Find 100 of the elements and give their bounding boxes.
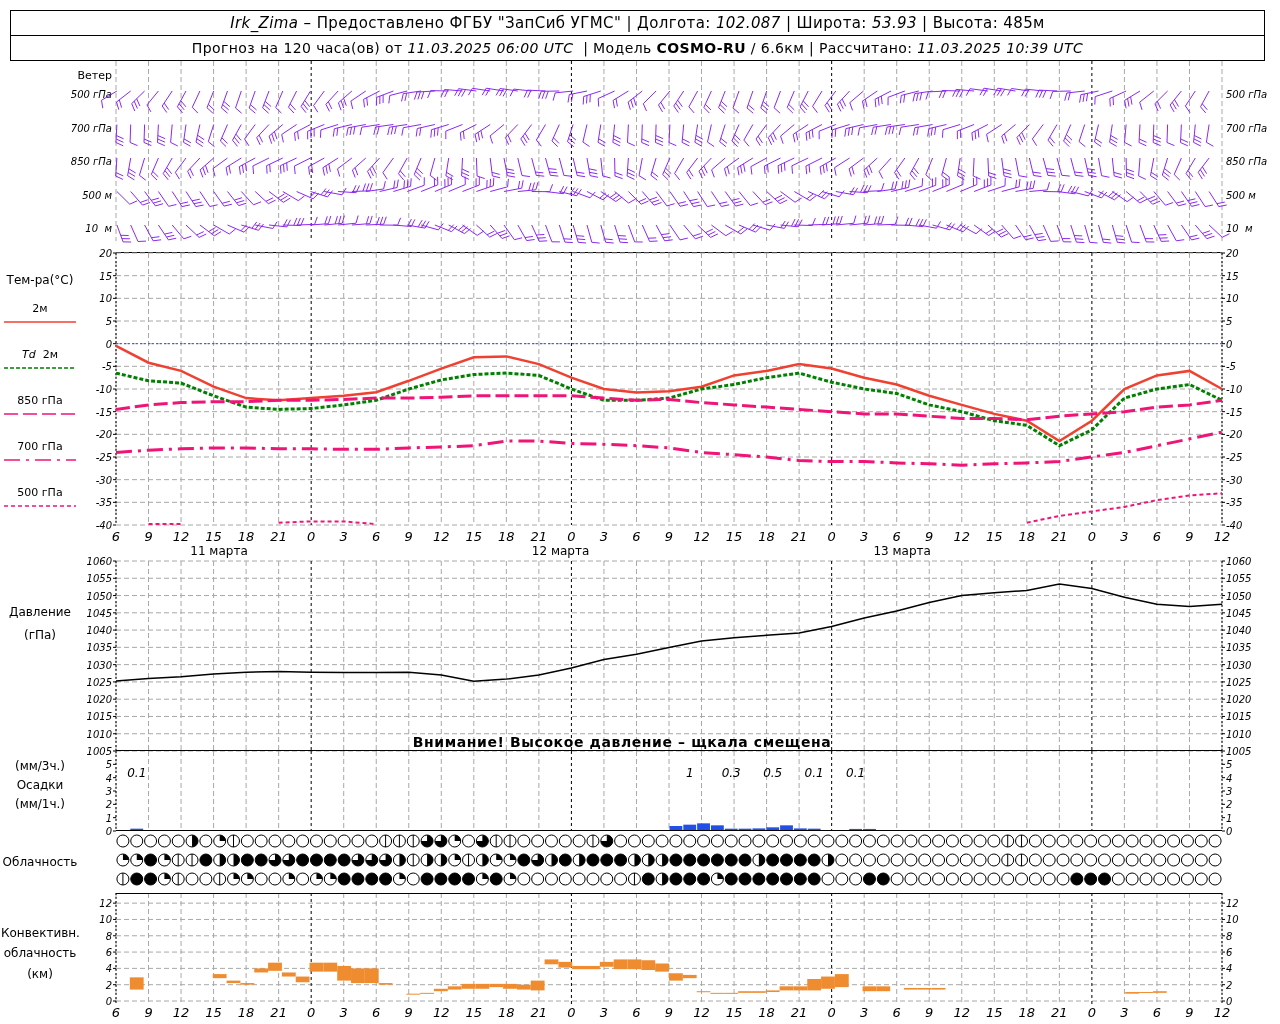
level-label: 850 гПа: [1226, 156, 1268, 167]
axis-tick-label: 6: [111, 529, 121, 544]
axis-tick-label: -15: [95, 406, 112, 418]
axis-tick-label: 1005: [86, 746, 112, 757]
axis-tick-label: 2: [1226, 799, 1233, 811]
axis-tick-label: 5: [105, 316, 112, 327]
precipitation-total: 0.5: [763, 766, 783, 780]
axis-tick-label: 15: [725, 1005, 743, 1020]
axis-tick-label: 1045: [1226, 607, 1252, 619]
axis-tick-label: 4: [105, 963, 112, 975]
axis-tick-label: 3: [1120, 1005, 1129, 1020]
axis-tick-label: 3: [1226, 786, 1233, 797]
axis-tick-label: -10: [1226, 384, 1243, 395]
axis-tick-label: 12: [1213, 1005, 1231, 1020]
axis-tick-label: 1010: [1226, 728, 1252, 740]
axis-tick-label: 12: [99, 898, 112, 910]
axis-tick-label: 21: [270, 1005, 287, 1020]
axis-tick-label: 1015: [86, 711, 112, 723]
axis-tick-label: 0: [1226, 996, 1233, 1007]
axis-tick-label: 1055: [86, 573, 112, 585]
axis-label: (мм/3ч.): [14, 759, 66, 774]
axis-tick-label: 10: [1226, 914, 1239, 926]
level-label: 500 гПа: [70, 89, 112, 100]
forecast-title: Irk_Zima – Предоставлено ФГБУ "ЗапСиб УГМС" | Долгота: 102.087 | Широта: 53.93 | Высота: 485м: [229, 13, 1046, 34]
axis-tick-label: 3: [599, 1005, 609, 1020]
axis-tick-label: 5: [105, 759, 112, 771]
legend-label: 2м: [32, 302, 48, 316]
axis-tick-label: 6: [892, 529, 901, 544]
axis-tick-label: 0: [105, 996, 112, 1007]
axis-tick-label: 15: [205, 529, 222, 544]
axis-tick-label: 9: [664, 1005, 674, 1020]
axis-tick-label: 0: [567, 529, 576, 544]
axis-tick-label: -35: [1226, 497, 1243, 509]
axis-tick-label: 3: [339, 1005, 348, 1020]
axis-tick-label: 0: [1087, 529, 1096, 544]
axis-tick-label: 9: [404, 529, 413, 544]
panel-title: Ветер: [77, 69, 112, 82]
precipitation-total: 0.3: [721, 766, 741, 780]
axis-tick-label: 1060: [86, 556, 112, 567]
axis-tick-label: 1010: [86, 728, 112, 740]
axis-tick-label: 1050: [1226, 590, 1252, 602]
axis-tick-label: 1025: [86, 676, 112, 688]
axis-tick-label: 6: [105, 947, 112, 959]
axis-tick-label: 6: [1152, 1005, 1162, 1020]
axis-tick-label: 12: [433, 1005, 450, 1020]
axis-tick-label: 0: [1087, 1005, 1096, 1020]
axis-tick-label: 15: [986, 529, 1003, 544]
legend-label: 850 гПа: [17, 394, 63, 408]
axis-tick-label: -10: [95, 384, 112, 395]
axis-tick-label: -5: [1226, 361, 1236, 373]
axis-tick-label: -20: [95, 429, 112, 441]
axis-tick-label: 12: [953, 529, 971, 544]
axis-tick-label: 1035: [1226, 642, 1252, 654]
axis-tick-label: 15: [1226, 270, 1239, 282]
axis-tick-label: 9: [144, 1005, 153, 1020]
axis-tick-label: -15: [1226, 406, 1243, 418]
axis-tick-label: 15: [465, 529, 483, 544]
axis-tick-label: 3: [860, 529, 869, 544]
axis-tick-label: 3: [599, 529, 609, 544]
level-label: 700 гПа: [1226, 122, 1268, 134]
axis-tick-label: 0: [307, 529, 316, 544]
axis-tick-label: 21: [530, 529, 548, 544]
date-label: 13 марта: [873, 544, 931, 558]
level-label: 10 м: [1226, 223, 1253, 234]
axis-tick-label: 10: [1226, 293, 1239, 305]
axis-tick-label: 12: [433, 529, 450, 544]
axis-tick-label: 4: [105, 772, 112, 784]
date-label: 12 марта: [531, 544, 590, 558]
axis-tick-label: 6: [372, 1005, 381, 1020]
axis-tick-label: 4: [1226, 963, 1233, 975]
axis-tick-label: 0: [1226, 826, 1233, 837]
axis-tick-label: 6: [1226, 947, 1233, 959]
axis-tick-label: 12: [953, 1005, 971, 1020]
panel-title: Осадки: [16, 778, 64, 793]
axis-tick-label: 18: [237, 529, 255, 544]
panel-title: Облачность: [2, 855, 78, 870]
axis-tick-label: 1: [105, 812, 112, 824]
precipitation-total: 0.1: [127, 766, 147, 780]
axis-tick-label: 3: [860, 1005, 869, 1020]
level-label: 700 гПа: [70, 122, 112, 134]
axis-tick-label: 0: [307, 1005, 316, 1020]
axis-label: (гПа): [23, 628, 56, 643]
axis-tick-label: 18: [237, 1005, 255, 1020]
axis-tick-label: 2: [105, 979, 112, 991]
axis-tick-label: 2: [1226, 979, 1233, 991]
axis-tick-label: 12: [1226, 898, 1239, 910]
axis-tick-label: 9: [925, 529, 934, 544]
axis-tick-label: 12: [693, 1005, 710, 1020]
precipitation-total: 1: [685, 766, 694, 780]
level-label: 500 м: [1226, 189, 1256, 201]
axis-tick-label: 9: [404, 1005, 413, 1020]
axis-tick-label: 18: [1018, 529, 1036, 544]
axis-tick-label: -35: [95, 497, 112, 509]
axis-tick-label: 0: [105, 826, 112, 837]
date-label: 11 марта: [190, 544, 248, 558]
axis-tick-label: 15: [465, 1005, 483, 1020]
axis-tick-label: 18: [498, 1005, 515, 1020]
axis-label: (мм/1ч.): [14, 797, 66, 812]
axis-tick-label: 1020: [1226, 694, 1252, 706]
level-label: 10 м: [85, 223, 112, 234]
